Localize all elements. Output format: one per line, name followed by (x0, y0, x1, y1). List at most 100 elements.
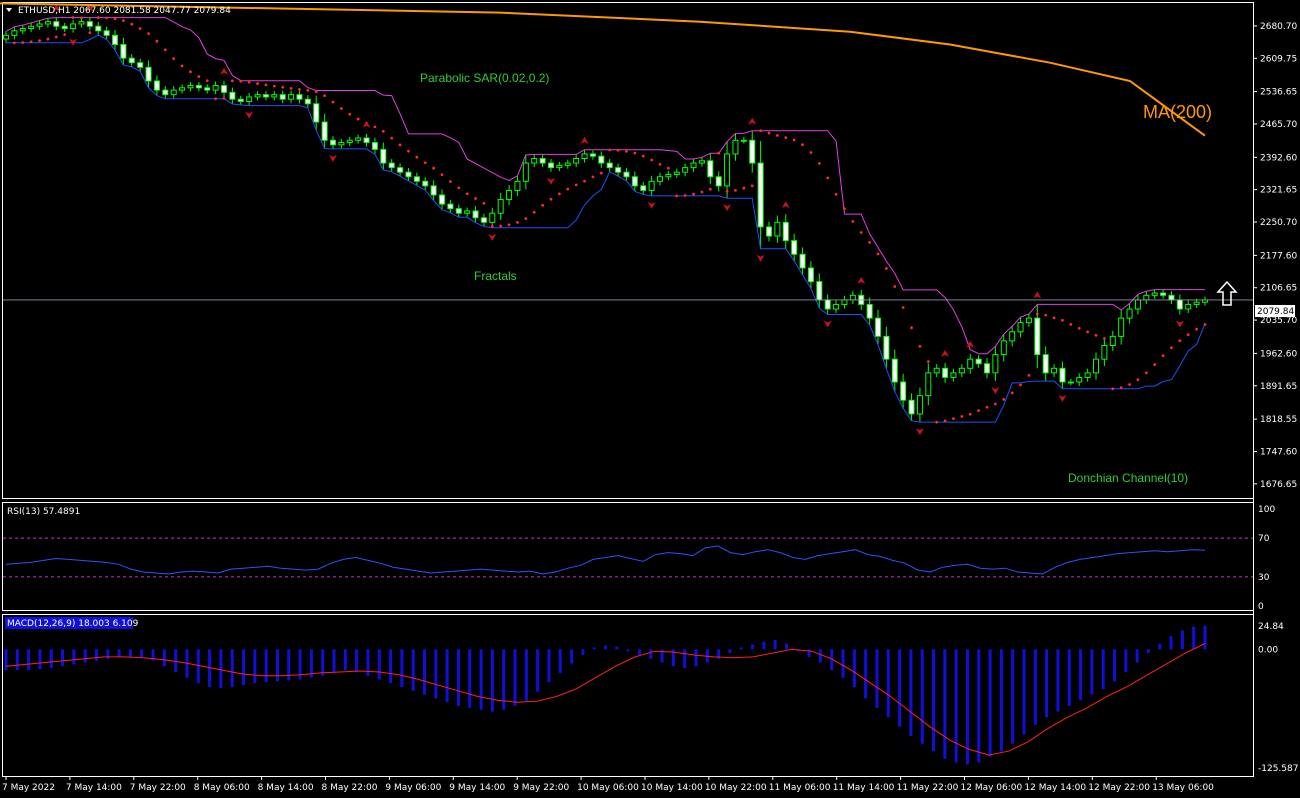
fractal-up-marker (220, 67, 228, 75)
fractal-down-marker (723, 204, 732, 212)
sar-dot (910, 326, 913, 330)
candle-body (44, 21, 51, 25)
sar-dot (1069, 322, 1073, 326)
sar-dot (893, 285, 897, 288)
candle-body (3, 34, 9, 40)
candle-body (1076, 376, 1083, 383)
candle-body (11, 30, 18, 36)
candle-body (891, 358, 898, 383)
time-tick-label: 9 May 14:00 (449, 783, 505, 793)
candle-body (254, 94, 261, 98)
candle-body (514, 180, 521, 191)
macd-hist-bar (683, 649, 687, 669)
sar-dot (323, 94, 327, 98)
macd-panel-frame (2, 614, 1254, 777)
sar-dot (1019, 383, 1022, 387)
sar-dot (29, 40, 33, 44)
sar-dot (88, 31, 92, 35)
sar-dot (767, 131, 771, 135)
fractal-down-marker (1058, 394, 1067, 402)
macd-hist-bar (999, 649, 1003, 752)
candle-body (598, 155, 605, 164)
candle-body (581, 153, 588, 160)
sar-dot (465, 192, 469, 196)
candle-body (640, 185, 647, 191)
sar-dot (952, 417, 955, 421)
sar-dot (868, 240, 872, 244)
sar-dot (977, 409, 981, 413)
sar-dot (1044, 313, 1048, 317)
sar-dot (105, 16, 109, 20)
price-tick-label: 1747.60 (1260, 447, 1297, 457)
sar-dot (189, 70, 192, 74)
dropdown-triangle-icon[interactable] (6, 8, 12, 12)
sar-dot (608, 148, 612, 152)
macd-hist-bar (400, 649, 404, 688)
sar-dot (205, 79, 209, 83)
candle-body (430, 185, 437, 196)
sar-dot (1203, 323, 1207, 326)
macd-hist-bar (1101, 649, 1105, 689)
sar-dot (985, 405, 989, 409)
macd-hist-bar (1124, 649, 1128, 672)
rsi-panel-frame (2, 502, 1254, 611)
candle-body (958, 367, 965, 374)
sar-dot (1153, 363, 1157, 367)
sar-dot (650, 158, 654, 162)
macd-hist-bar (1011, 649, 1015, 744)
sar-dot (163, 48, 167, 52)
sar-dot (147, 32, 150, 36)
macd-hist-bar (626, 649, 630, 652)
sar-dot (38, 39, 41, 43)
rsi-line (5, 545, 1206, 575)
sar-dot (1010, 391, 1014, 395)
candle-body (774, 221, 781, 237)
sar-dot (256, 82, 259, 85)
candle-body (531, 158, 538, 164)
macd-hist-bar (886, 649, 890, 718)
candle-body (925, 372, 932, 397)
macd-hist-bar (1079, 649, 1083, 701)
sar-dot (415, 155, 419, 159)
macd-hist-bar (909, 649, 913, 737)
sar-dot (373, 125, 377, 129)
macd-hist-bar (411, 649, 415, 691)
candle-body (355, 137, 362, 141)
sar-dot (448, 180, 452, 184)
candle-body (950, 372, 957, 378)
sar-dot (390, 136, 394, 140)
candle-body (875, 317, 881, 337)
donchian-upper-line (5, 17, 1205, 355)
macd-hist-bar (1022, 649, 1026, 735)
macd-hist-bar (977, 649, 981, 763)
sar-dot (1170, 346, 1173, 350)
macd-hist-bar (1146, 649, 1150, 654)
candle-body (137, 62, 144, 68)
candle-body (1067, 381, 1074, 384)
sar-dot (121, 19, 125, 23)
sar-annotation: Parabolic SAR(0.02,0.2) (420, 71, 549, 85)
sar-dot (817, 161, 821, 165)
fractal-down-marker (647, 201, 656, 209)
sar-dot (918, 344, 922, 348)
sar-dot (557, 192, 561, 196)
sar-dot (1052, 316, 1056, 320)
macd-hist-bar (943, 649, 947, 759)
rsi-tick-label: 70 (1258, 534, 1270, 544)
macd-hist-bar (513, 649, 517, 706)
sar-dot (214, 97, 218, 101)
macd-hist-bar (1090, 649, 1094, 695)
candle-body (573, 158, 580, 164)
sar-dot (859, 231, 863, 234)
candle-body (539, 158, 546, 164)
macd-hist-bar (1045, 649, 1049, 718)
candle-body (841, 299, 848, 305)
candle-body (816, 281, 823, 301)
sar-dot (524, 217, 528, 221)
candle-body (1093, 358, 1099, 374)
candle-body (1059, 367, 1066, 383)
candle-body (791, 240, 798, 255)
candle-body (1000, 340, 1007, 356)
macd-hist-bar (456, 649, 460, 706)
sar-dot (566, 187, 570, 191)
